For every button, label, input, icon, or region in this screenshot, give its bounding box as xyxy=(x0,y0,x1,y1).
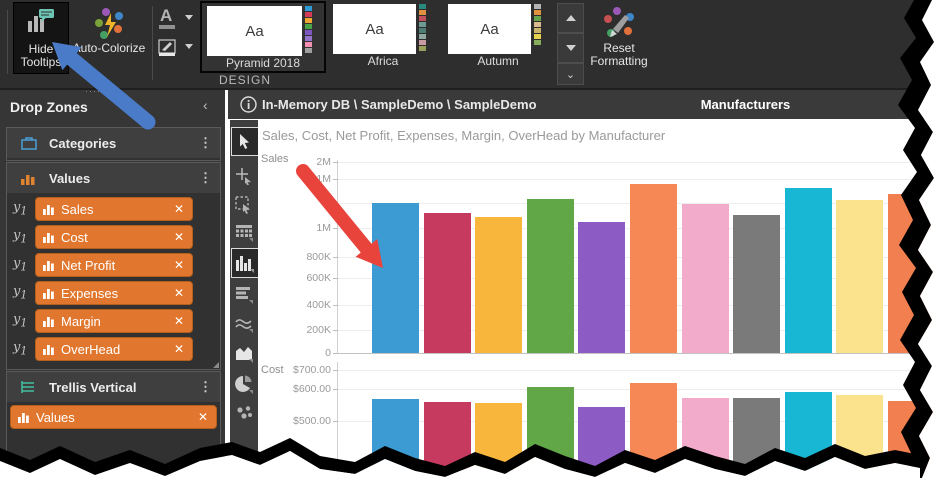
bar-sales-3[interactable] xyxy=(475,217,522,353)
gridline xyxy=(338,179,938,180)
bar-sales-8[interactable] xyxy=(733,215,780,353)
axis-tick-label: 1M xyxy=(281,173,331,185)
axis-tick-label: 800K xyxy=(281,251,331,263)
pyramid-analytics-app: Hide Tooltips Auto-Colorize A AaPyramid … xyxy=(0,0,947,478)
tick-mark xyxy=(333,305,338,306)
bar-sales-9[interactable] xyxy=(785,188,832,353)
axis-tick-label: 2M xyxy=(281,156,331,168)
tick-mark xyxy=(333,228,338,229)
bar-cost-5[interactable] xyxy=(578,407,625,470)
tick-mark xyxy=(333,162,338,163)
bar-sales-10[interactable] xyxy=(836,200,883,353)
bar-sales-1[interactable] xyxy=(372,203,419,353)
tick-mark xyxy=(333,203,338,204)
bar-sales-7[interactable] xyxy=(682,204,729,353)
tick-mark xyxy=(333,389,338,390)
tick-mark xyxy=(333,179,338,180)
gridline xyxy=(338,162,938,163)
bar-cost-9[interactable] xyxy=(785,392,832,470)
tick-mark xyxy=(333,330,338,331)
gridline xyxy=(338,353,938,354)
tick-mark xyxy=(333,257,338,258)
axis-tick-label: 600K xyxy=(281,272,331,284)
axis-tick-label: 200K xyxy=(281,324,331,336)
bar-cost-6[interactable] xyxy=(630,383,677,470)
bar-cost-11[interactable] xyxy=(888,401,935,470)
bar-cost-1[interactable] xyxy=(372,399,419,470)
tick-mark xyxy=(333,421,338,422)
bar-cost-7[interactable] xyxy=(682,398,729,470)
axis-tick-label: $500.00 xyxy=(281,415,331,427)
axis-tick-label: $700.00 xyxy=(281,364,331,376)
axis-tick-label: 1M xyxy=(281,222,331,234)
axis-tick-label: $600.00 xyxy=(281,383,331,395)
bar-sales-5[interactable] xyxy=(578,222,625,353)
tick-mark xyxy=(333,353,338,354)
bar-sales-6[interactable] xyxy=(630,184,677,353)
bar-cost-10[interactable] xyxy=(836,395,883,470)
tick-mark xyxy=(333,278,338,279)
bar-cost-2[interactable] xyxy=(424,402,471,470)
axis-tick-label: 0 xyxy=(281,347,331,359)
bar-sales-11[interactable] xyxy=(888,194,935,353)
bar-cost-4[interactable] xyxy=(527,387,574,470)
gridline xyxy=(338,370,938,371)
y-axis-line xyxy=(337,362,338,470)
tick-mark xyxy=(333,370,338,371)
bar-sales-2[interactable] xyxy=(424,213,471,353)
bar-cost-8[interactable] xyxy=(733,398,780,470)
bar-cost-3[interactable] xyxy=(475,403,522,470)
bar-sales-4[interactable] xyxy=(527,199,574,353)
axis-tick-label: 400K xyxy=(281,299,331,311)
